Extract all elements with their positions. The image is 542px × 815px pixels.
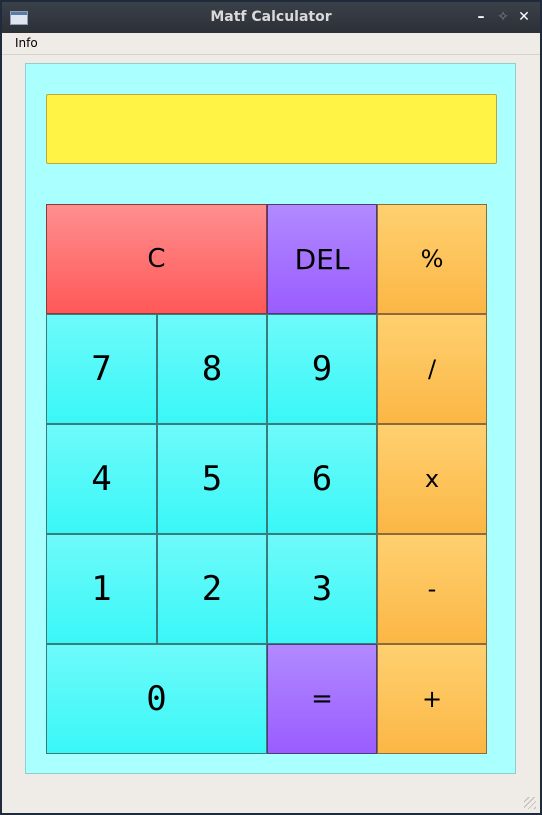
digit-4-button[interactable]: 4 [46, 424, 157, 534]
equals-button[interactable]: = [267, 644, 377, 754]
digit-8-button[interactable]: 8 [157, 314, 267, 424]
menu-bar: Info [2, 33, 540, 55]
divide-button[interactable]: / [377, 314, 487, 424]
digit-6-button[interactable]: 6 [267, 424, 377, 534]
digit-0-button[interactable]: 0 [46, 644, 267, 754]
plus-button[interactable]: + [377, 644, 487, 754]
digit-1-button[interactable]: 1 [46, 534, 157, 644]
digit-5-button[interactable]: 5 [157, 424, 267, 534]
close-icon[interactable]: ✕ [515, 8, 533, 26]
window-title: Matf Calculator [210, 9, 332, 25]
calculator-panel: C DEL % 7 8 9 / 4 5 6 x 1 2 3 - 0 = + [25, 63, 516, 774]
minus-button[interactable]: - [377, 534, 487, 644]
minimize-icon[interactable]: – [472, 8, 490, 26]
delete-button[interactable]: DEL [267, 204, 377, 314]
digit-7-button[interactable]: 7 [46, 314, 157, 424]
calculator-window: Matf Calculator – ✧ ✕ Info C DEL % 7 8 9… [0, 0, 542, 815]
digit-9-button[interactable]: 9 [267, 314, 377, 424]
clear-button[interactable]: C [46, 204, 267, 314]
percent-button[interactable]: % [377, 204, 487, 314]
result-display [46, 94, 497, 164]
menu-item-info[interactable]: Info [15, 36, 38, 50]
title-bar[interactable]: Matf Calculator – ✧ ✕ [2, 2, 540, 33]
resize-grip[interactable] [524, 797, 536, 809]
digit-3-button[interactable]: 3 [267, 534, 377, 644]
digit-2-button[interactable]: 2 [157, 534, 267, 644]
multiply-button[interactable]: x [377, 424, 487, 534]
maximize-icon[interactable]: ✧ [494, 8, 512, 26]
